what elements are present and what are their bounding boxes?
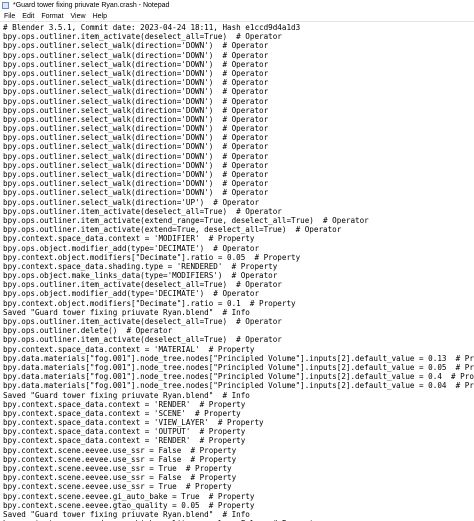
text-line: bpy.ops.outliner.select_walk(direction='… (3, 151, 269, 161)
notepad-icon (2, 2, 9, 9)
text-line: bpy.data.materials["fog.001"].node_tree.… (3, 353, 474, 363)
text-line: bpy.ops.outliner.select_walk(direction='… (3, 142, 269, 152)
text-line: bpy.ops.outliner.select_walk(direction='… (3, 78, 269, 88)
text-line: bpy.context.space_data.context = 'SCENE'… (3, 408, 241, 418)
text-line: Saved "Guard tower fixing priuvate Ryan.… (3, 307, 250, 317)
menu-format[interactable]: Format (41, 12, 63, 21)
text-line: bpy.context.space_data.context = 'RENDER… (3, 399, 246, 409)
text-line: bpy.ops.outliner.select_walk(direction='… (3, 197, 260, 207)
text-line: bpy.ops.outliner.select_walk(direction='… (3, 59, 269, 69)
text-line: bpy.ops.outliner.item_activate(deselect_… (3, 280, 282, 290)
text-line: bpy.ops.outliner.delete() # Operator (3, 326, 173, 336)
text-line: bpy.context.space_data.context = 'OUTPUT… (3, 427, 246, 437)
text-line: bpy.ops.outliner.select_walk(direction='… (3, 188, 269, 198)
title-bar: *Guard tower fixing priuvate Ryan.crash … (0, 0, 474, 11)
text-line: bpy.ops.outliner.select_walk(direction='… (3, 160, 269, 170)
menu-file[interactable]: File (4, 12, 15, 21)
text-line: bpy.data.materials["fog.001"].node_tree.… (3, 381, 474, 391)
text-line: bpy.context.scene.eevee.use_ssr = True #… (3, 482, 232, 492)
text-line: bpy.ops.outliner.select_walk(direction='… (3, 133, 269, 143)
text-line: bpy.ops.outliner.select_walk(direction='… (3, 50, 269, 60)
text-line: bpy.ops.outliner.select_walk(direction='… (3, 179, 269, 189)
text-line: bpy.ops.outliner.select_walk(direction='… (3, 41, 269, 51)
text-line: bpy.ops.object.make_links_data(type='MOD… (3, 271, 278, 281)
text-line: bpy.context.space_data.shading.type = 'R… (3, 261, 278, 271)
text-line: Saved "Guard tower fixing priuvate Ryan.… (3, 390, 250, 400)
text-line: bpy.context.scene.eevee.use_ssr = False … (3, 473, 237, 483)
text-line: bpy.ops.outliner.item_activate(extend=Tr… (3, 225, 342, 235)
text-line: bpy.context.scene.eevee.use_ssr = False … (3, 454, 237, 464)
text-line: bpy.ops.outliner.item_activate(deselect_… (3, 32, 282, 42)
text-line: bpy.context.object.modifiers["Decimate"]… (3, 252, 301, 262)
text-line: bpy.ops.outliner.item_activate(deselect_… (3, 335, 282, 345)
menu-bar: File Edit Format View Help (0, 11, 474, 21)
text-line: bpy.context.space_data.context = 'MATERI… (3, 344, 255, 354)
text-line: bpy.context.scene.eevee.use_ssr = False … (3, 445, 237, 455)
text-line: bpy.ops.outliner.item_activate(deselect_… (3, 206, 282, 216)
text-line: bpy.ops.outliner.item_activate(extend_ra… (3, 215, 369, 225)
text-line: bpy.context.space_data.context = 'VIEW_L… (3, 418, 264, 428)
text-line: bpy.context.scene.eevee.gi_auto_bake = T… (3, 491, 255, 501)
text-line: bpy.context.scene.eevee.gtao_quality = 0… (3, 500, 255, 510)
text-line: Saved "Guard tower fixing priuvate Ryan.… (3, 509, 250, 519)
text-line: bpy.ops.object.modifier_add(type='DECIMA… (3, 289, 260, 299)
text-line: bpy.context.space_data.context = 'MODIFI… (3, 234, 255, 244)
text-line: bpy.ops.outliner.select_walk(direction='… (3, 114, 269, 124)
menu-view[interactable]: View (71, 12, 86, 21)
text-editor[interactable]: # Blender 3.5.1, Commit date: 2023-04-24… (0, 22, 474, 521)
text-line: bpy.ops.outliner.select_walk(direction='… (3, 68, 269, 78)
text-line: bpy.ops.outliner.select_walk(direction='… (3, 87, 269, 97)
text-line: bpy.data.materials["fog.001"].node_tree.… (3, 362, 474, 372)
text-line: bpy.ops.outliner.select_walk(direction='… (3, 124, 269, 134)
text-line: bpy.context.object.modifiers["Decimate"]… (3, 298, 296, 308)
text-line: bpy.ops.outliner.select_walk(direction='… (3, 105, 269, 115)
text-line: bpy.context.space_data.context = 'RENDER… (3, 436, 246, 446)
text-line: bpy.data.materials["fog.001"].node_tree.… (3, 372, 474, 382)
text-line: bpy.ops.object.modifier_add(type='DECIMA… (3, 243, 260, 253)
text-line: # Blender 3.5.1, Commit date: 2023-04-24… (3, 23, 301, 32)
text-line: bpy.ops.outliner.item_activate(deselect_… (3, 317, 282, 326)
text-line: bpy.ops.outliner.select_walk(direction='… (3, 170, 269, 179)
text-line: bpy.ops.outliner.select_walk(direction='… (3, 96, 269, 106)
window-title: *Guard tower fixing priuvate Ryan.crash … (13, 2, 170, 9)
menu-help[interactable]: Help (93, 12, 107, 21)
text-content: # Blender 3.5.1, Commit date: 2023-04-24… (0, 22, 474, 521)
text-line: bpy.context.scene.eevee.use_ssr = True #… (3, 464, 232, 473)
menu-edit[interactable]: Edit (22, 12, 34, 21)
